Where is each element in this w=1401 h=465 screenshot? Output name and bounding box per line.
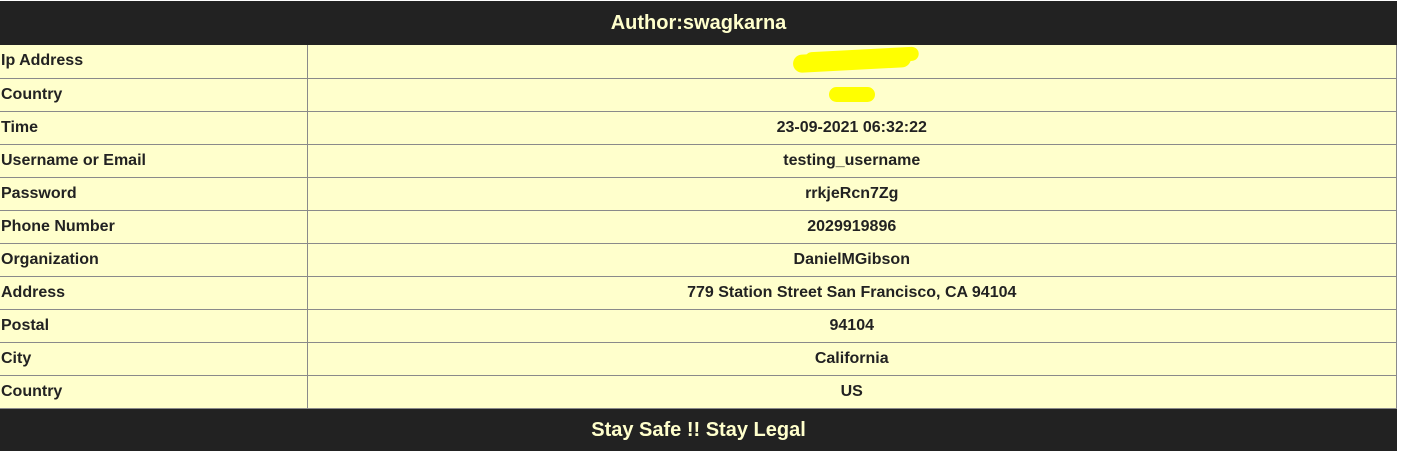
table-row: Country [0,77,1397,112]
row-value-city: California [306,341,1397,376]
row-label: Ip Address [0,45,308,79]
table-row: Address 779 Station Street San Francisco… [0,275,1397,310]
row-label: Organization [0,242,308,277]
author-banner: Author:swagkarna [0,1,1397,45]
row-value-password: rrkjeRcn7Zg [306,176,1397,211]
table-row: Time 23-09-2021 06:32:22 [0,110,1397,145]
row-value-country [306,77,1397,112]
row-value-country-code: US [306,374,1397,409]
table-row: Organization DanielMGibson [0,242,1397,277]
row-value-postal: 94104 [306,308,1397,343]
redaction-mark [828,86,875,102]
row-label: City [0,341,308,376]
table-row: Country US [0,374,1397,409]
table-row: Phone Number 2029919896 [0,209,1397,244]
row-value-time: 23-09-2021 06:32:22 [306,110,1397,145]
row-label: Phone Number [0,209,308,244]
row-label: Username or Email [0,143,308,178]
row-value-organization: DanielMGibson [306,242,1397,277]
row-value-ip-address [306,45,1397,79]
table-row: Password rrkjeRcn7Zg [0,176,1397,211]
row-label: Password [0,176,308,211]
row-label: Postal [0,308,308,343]
table-row: Ip Address [0,45,1397,79]
row-label: Time [0,110,308,145]
table-row: City California [0,341,1397,376]
row-label: Country [0,77,308,112]
row-label: Country [0,374,308,409]
redaction-mark [792,49,912,74]
table-row: Username or Email testing_username [0,143,1397,178]
row-value-username: testing_username [306,143,1397,178]
log-report: Author:swagkarna Ip Address Country Time… [0,0,1397,451]
info-table: Ip Address Country Time 23-09-2021 06:32… [0,45,1397,409]
row-value-address: 779 Station Street San Francisco, CA 941… [306,275,1397,310]
footer-banner: Stay Safe !! Stay Legal [0,408,1397,451]
row-value-phone: 2029919896 [306,209,1397,244]
table-row: Postal 94104 [0,308,1397,343]
row-label: Address [0,275,308,310]
